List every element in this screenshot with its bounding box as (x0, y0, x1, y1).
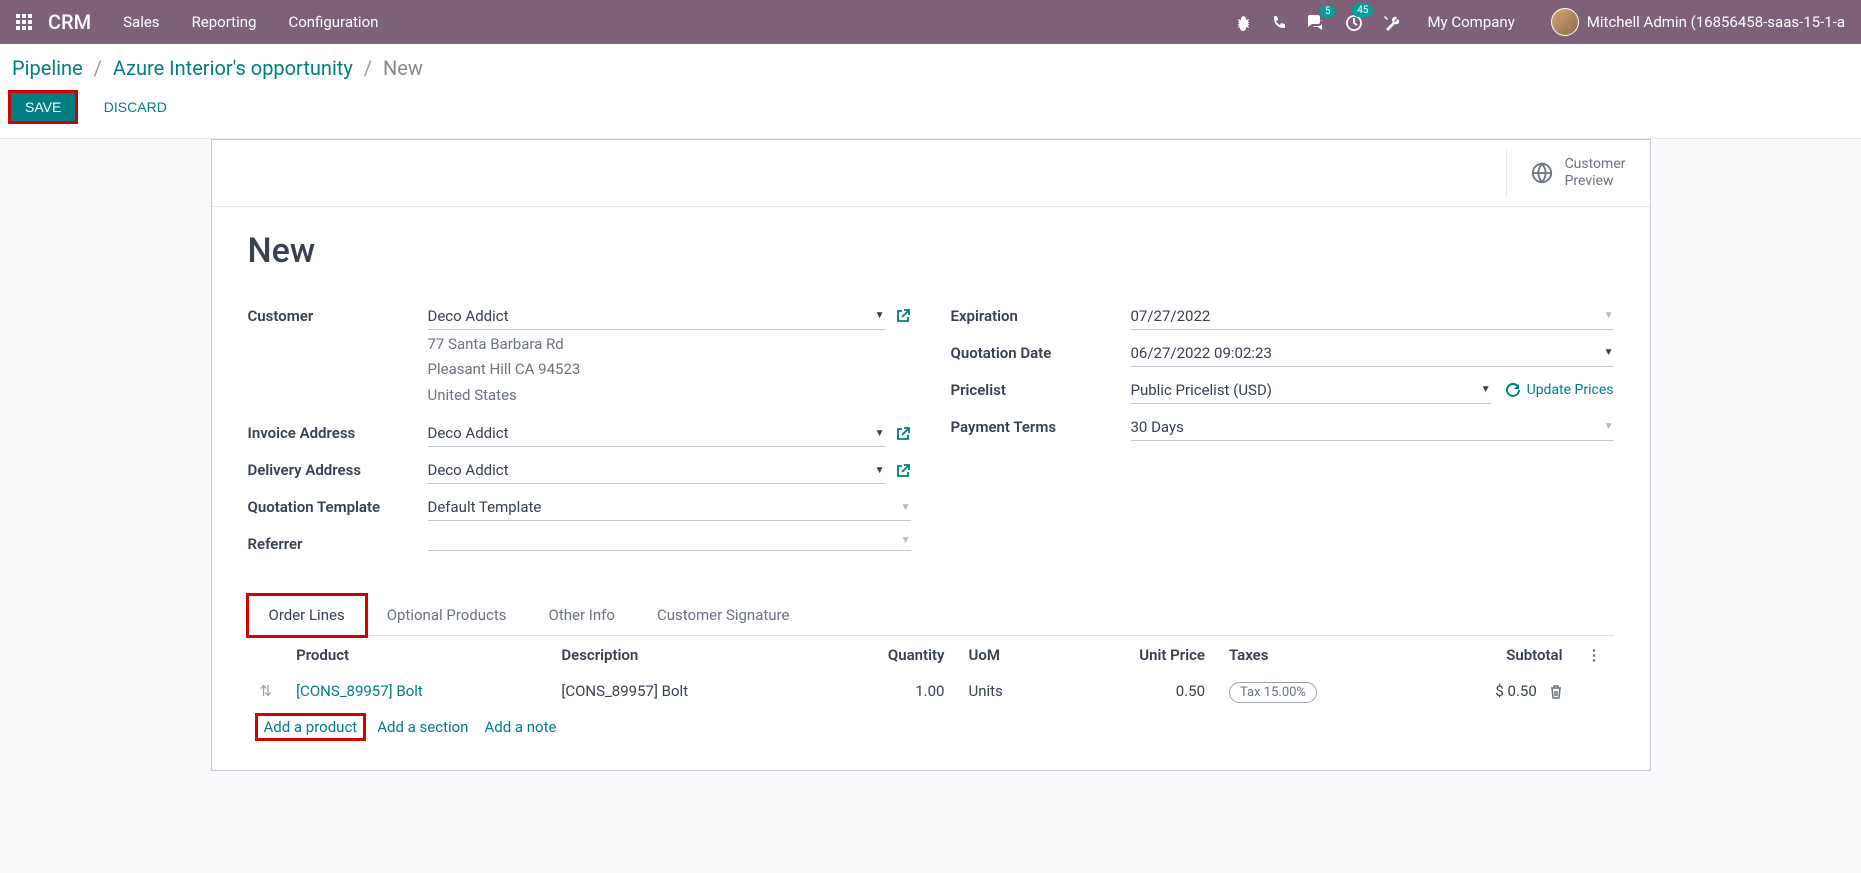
apps-menu-icon[interactable] (16, 14, 32, 30)
order-lines-table: Product Description Quantity UoM Unit Pr… (248, 636, 1614, 708)
external-link-icon[interactable] (895, 308, 911, 324)
update-prices-button[interactable]: Update Prices (1505, 382, 1614, 398)
line-description: [CONS_89957] Bolt (549, 674, 814, 708)
activity-badge: 45 (1352, 4, 1373, 17)
chevron-down-icon: ▼ (875, 310, 885, 321)
nav-configuration[interactable]: Configuration (288, 13, 378, 31)
line-unit-price[interactable]: 0.50 (1059, 674, 1217, 708)
chevron-down-icon: ▼ (875, 465, 885, 476)
add-note-button[interactable]: Add a note (484, 718, 556, 736)
debug-icon[interactable] (1235, 13, 1251, 31)
user-menu[interactable]: Mitchell Admin (16856458-saas-15-1-a (1551, 8, 1845, 36)
trash-icon[interactable] (1549, 682, 1563, 700)
table-row[interactable]: ⇅ [CONS_89957] Bolt [CONS_89957] Bolt 1.… (248, 674, 1614, 708)
col-description: Description (549, 636, 814, 674)
template-field[interactable]: Default Template ▼ (428, 494, 911, 521)
invoice-address-label: Invoice Address (248, 420, 428, 442)
save-button[interactable]: SAVE (8, 90, 78, 124)
pricelist-field[interactable]: Public Pricelist (USD) ▼ (1131, 377, 1491, 404)
tools-icon[interactable] (1383, 13, 1399, 31)
nav-menu: Sales Reporting Configuration (123, 13, 1235, 31)
chevron-down-icon: ▼ (1481, 384, 1491, 395)
tab-bar: Order Lines Optional Products Other Info… (248, 595, 1614, 636)
col-uom: UoM (956, 636, 1059, 674)
chevron-down-icon: ▼ (901, 535, 911, 546)
company-selector[interactable]: My Company (1427, 13, 1514, 31)
tax-badge[interactable]: Tax 15.00% (1229, 682, 1317, 703)
user-name: Mitchell Admin (16856458-saas-15-1-a (1587, 13, 1845, 31)
payment-terms-label: Payment Terms (951, 414, 1131, 436)
customer-label: Customer (248, 303, 428, 325)
app-brand[interactable]: CRM (48, 10, 91, 34)
line-quantity[interactable]: 1.00 (815, 674, 957, 708)
template-label: Quotation Template (248, 494, 428, 516)
kebab-icon[interactable]: ⋮ (1587, 646, 1602, 664)
breadcrumb-parent[interactable]: Azure Interior's opportunity (113, 56, 353, 80)
delivery-address-field[interactable]: Deco Addict ▼ (428, 457, 885, 484)
nav-sales[interactable]: Sales (123, 13, 159, 31)
quotation-date-label: Quotation Date (951, 340, 1131, 362)
expiration-label: Expiration (951, 303, 1131, 325)
customer-preview-label: CustomerPreview (1565, 156, 1626, 190)
col-taxes: Taxes (1217, 636, 1414, 674)
expiration-field[interactable]: 07/27/2022 ▼ (1131, 303, 1614, 330)
page-title: New (248, 231, 1614, 271)
quotation-date-field[interactable]: 06/27/2022 09:02:23 ▼ (1131, 340, 1614, 367)
col-quantity: Quantity (815, 636, 957, 674)
product-link[interactable]: [CONS_89957] Bolt (296, 682, 423, 700)
referrer-label: Referrer (248, 531, 428, 553)
pricelist-label: Pricelist (951, 377, 1131, 399)
chat-icon[interactable]: 5 (1307, 13, 1325, 31)
col-product: Product (284, 636, 549, 674)
tab-optional-products[interactable]: Optional Products (366, 595, 528, 635)
drag-handle-icon[interactable]: ⇅ (260, 682, 273, 700)
avatar (1551, 8, 1579, 36)
tab-customer-signature[interactable]: Customer Signature (636, 595, 811, 635)
chevron-down-icon: ▼ (1604, 310, 1614, 321)
referrer-field[interactable]: ▼ (428, 531, 911, 551)
invoice-address-field[interactable]: Deco Addict ▼ (428, 420, 885, 447)
chevron-down-icon: ▼ (1604, 347, 1614, 358)
customer-field[interactable]: Deco Addict ▼ (428, 303, 885, 330)
line-uom: Units (956, 674, 1059, 708)
add-product-button[interactable]: Add a product (260, 718, 362, 736)
chat-badge: 5 (1320, 5, 1336, 18)
add-section-button[interactable]: Add a section (377, 718, 468, 736)
col-unit-price: Unit Price (1059, 636, 1217, 674)
tab-other-info[interactable]: Other Info (528, 595, 636, 635)
globe-icon (1531, 162, 1553, 184)
breadcrumb-root[interactable]: Pipeline (12, 56, 83, 80)
chevron-down-icon: ▼ (875, 428, 885, 439)
refresh-icon (1505, 382, 1521, 398)
activity-icon[interactable]: 45 (1345, 12, 1363, 31)
chevron-down-icon: ▼ (1604, 421, 1614, 432)
line-subtotal: $ 0.50 (1495, 682, 1536, 700)
external-link-icon[interactable] (895, 462, 911, 478)
payment-terms-field[interactable]: 30 Days ▼ (1131, 414, 1614, 441)
delivery-address-label: Delivery Address (248, 457, 428, 479)
phone-icon[interactable] (1271, 13, 1287, 31)
tab-order-lines[interactable]: Order Lines (248, 595, 366, 636)
discard-button[interactable]: DISCARD (90, 93, 181, 121)
chevron-down-icon: ▼ (901, 502, 911, 513)
customer-address: 77 Santa Barbara Rd Pleasant Hill CA 945… (428, 330, 911, 411)
breadcrumb-current: New (383, 56, 423, 80)
customer-preview-button[interactable]: CustomerPreview (1506, 150, 1650, 196)
col-subtotal: Subtotal (1414, 636, 1574, 674)
external-link-icon[interactable] (895, 425, 911, 441)
nav-reporting[interactable]: Reporting (192, 13, 257, 31)
breadcrumb: Pipeline / Azure Interior's opportunity … (12, 56, 1849, 80)
